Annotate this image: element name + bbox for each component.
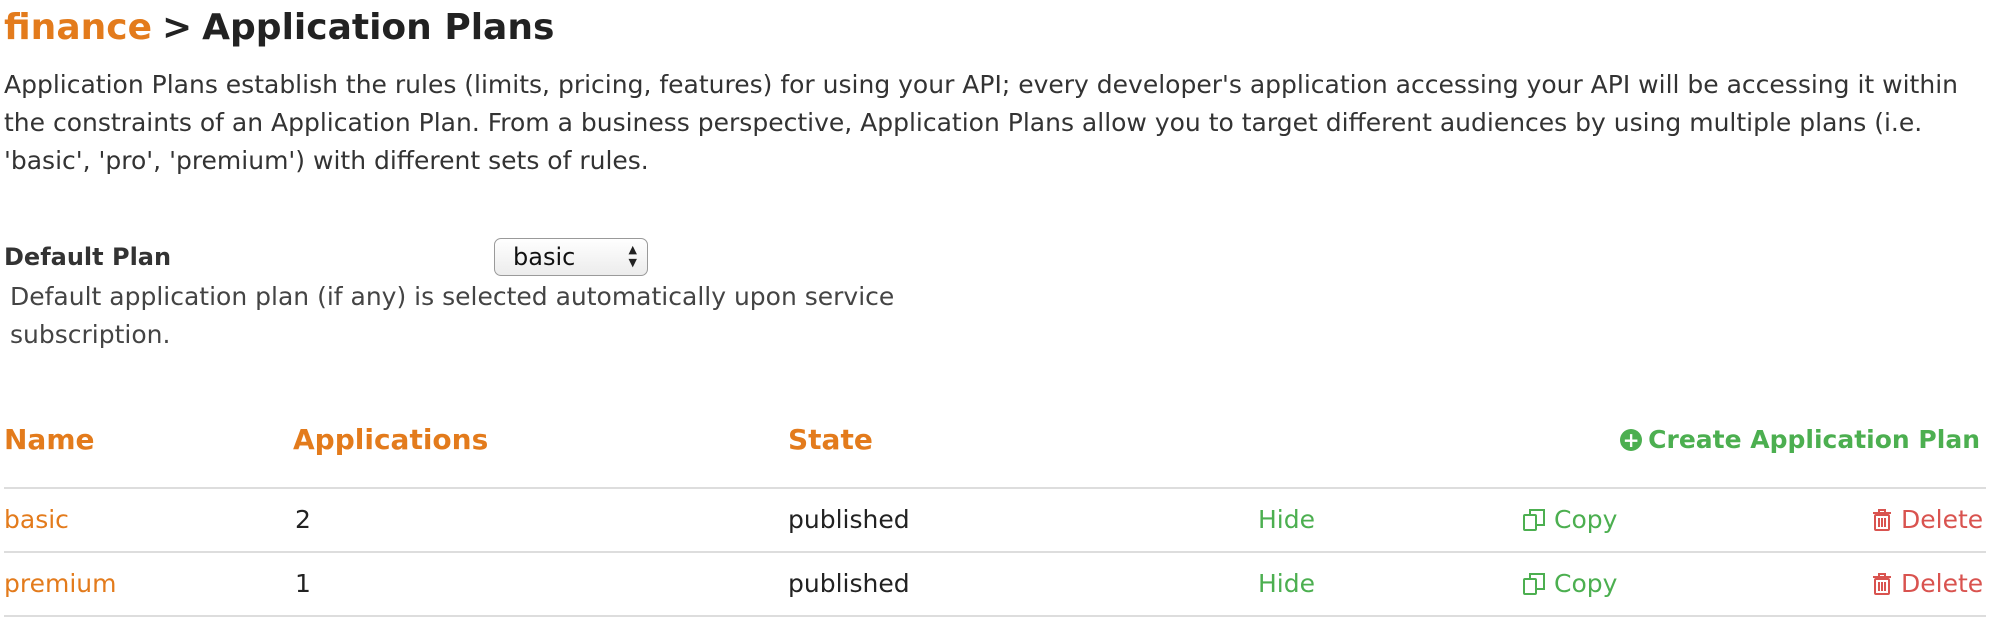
plan-state: published	[788, 505, 910, 534]
copy-link[interactable]: Copy	[1522, 500, 1617, 540]
plus-circle-icon: +	[1620, 429, 1643, 451]
plan-name-link[interactable]: premium	[4, 564, 116, 604]
copy-icon	[1523, 573, 1545, 595]
delete-label: Delete	[1901, 569, 1984, 598]
copy-icon	[1523, 509, 1545, 531]
plan-name-link[interactable]: basic	[4, 500, 69, 540]
delete-link[interactable]: Delete	[1871, 500, 1983, 540]
plan-state: published	[788, 569, 910, 598]
applications-count: 2	[295, 505, 311, 534]
default-plan-selected-value: basic	[513, 243, 576, 271]
copy-label: Copy	[1554, 505, 1618, 534]
default-plan-select[interactable]: basic ▲ ▼	[494, 238, 648, 276]
column-header-name[interactable]: Name	[4, 420, 95, 460]
column-header-applications[interactable]: Applications	[293, 420, 488, 460]
intro-text: Application Plans establish the rules (l…	[4, 70, 1958, 175]
default-plan-hint: Default application plan (if any) is sel…	[10, 282, 895, 349]
hide-link[interactable]: Hide	[1258, 564, 1315, 604]
create-application-plan-label: Create Application Plan	[1648, 425, 1980, 454]
table-row: premium 1 published Hide Copy Delete	[0, 553, 1996, 615]
trash-icon	[1873, 509, 1891, 531]
trash-icon	[1873, 573, 1891, 595]
delete-label: Delete	[1901, 505, 1984, 534]
hide-link[interactable]: Hide	[1258, 500, 1315, 540]
create-application-plan-button[interactable]: + Create Application Plan	[1620, 421, 1980, 459]
column-header-state[interactable]: State	[788, 420, 873, 460]
table-row: basic 2 published Hide Copy Delete	[0, 489, 1996, 551]
breadcrumb: finance > Application Plans	[4, 2, 554, 54]
delete-link[interactable]: Delete	[1871, 564, 1983, 604]
applications-count: 1	[295, 569, 311, 598]
breadcrumb-service-link[interactable]: finance	[4, 7, 152, 48]
breadcrumb-separator: >	[162, 7, 193, 48]
table-divider	[4, 615, 1986, 617]
copy-label: Copy	[1554, 569, 1618, 598]
select-arrows-icon: ▲ ▼	[628, 243, 637, 269]
copy-link[interactable]: Copy	[1522, 564, 1617, 604]
page-title: Application Plans	[202, 7, 555, 48]
default-plan-label: Default Plan	[4, 243, 172, 271]
